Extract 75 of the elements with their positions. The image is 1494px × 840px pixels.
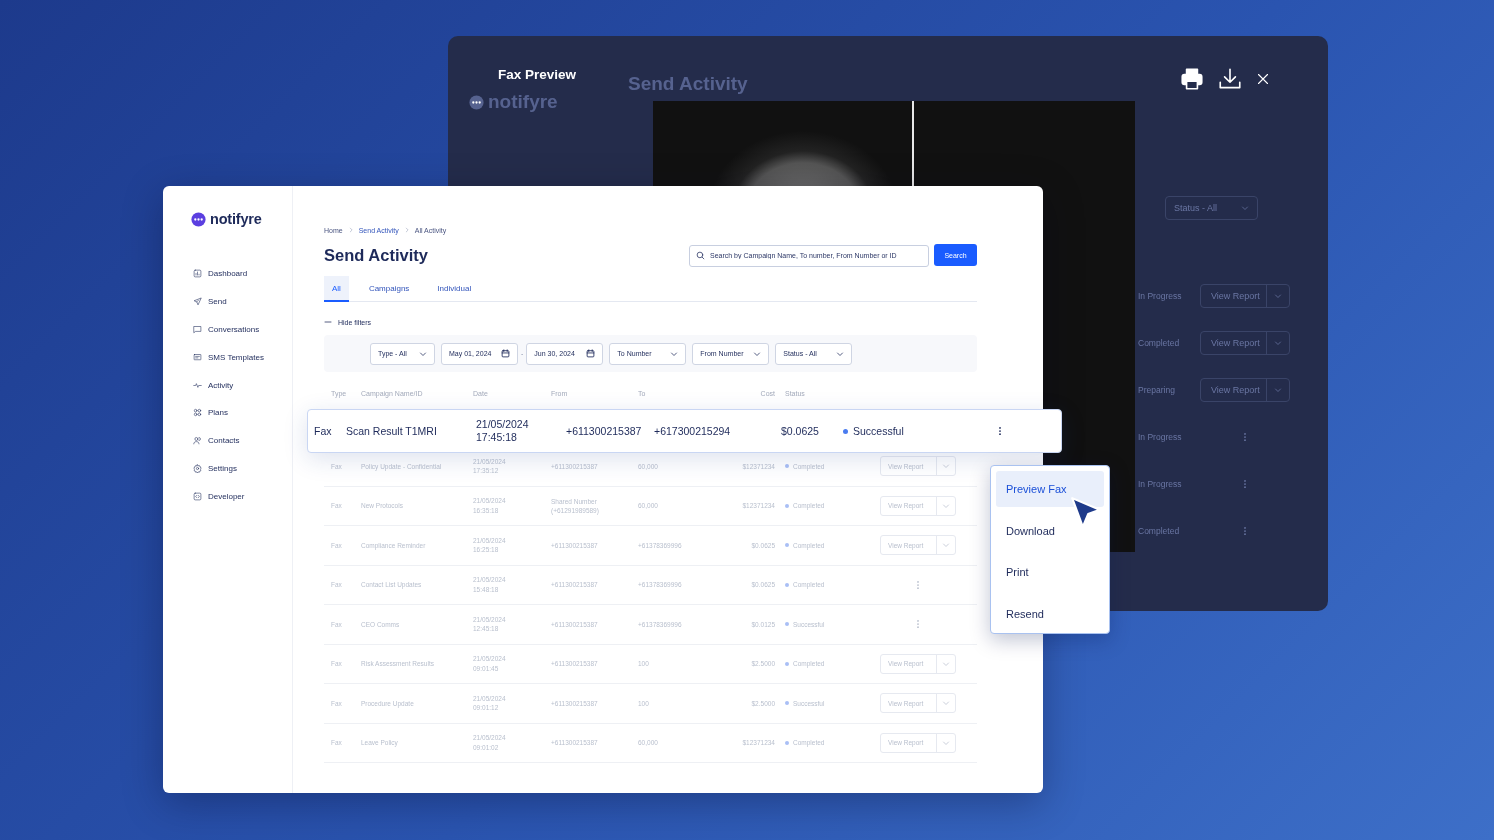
- table-cell-text: +611300215387: [566, 425, 643, 437]
- sidebar-item[interactable]: SMS Templates: [190, 343, 285, 372]
- chevron-down-icon: [942, 462, 950, 471]
- menu-item[interactable]: Resend: [996, 595, 1104, 632]
- status-text: Successful: [853, 425, 904, 437]
- chevron-down-icon: [670, 349, 679, 358]
- table-row[interactable]: Fax Scan Result T1MRI 21/05/2024 17:45:18 +611300215387 +617300215294 $0.0625 Successful: [308, 410, 1061, 452]
- page-title: Send Activity: [324, 245, 428, 265]
- sidebar-item[interactable]: Plans: [190, 399, 285, 427]
- sidebar-item[interactable]: Send: [190, 287, 285, 316]
- modal-title: Fax Preview: [498, 67, 577, 82]
- status-dot: [785, 464, 789, 469]
- chevron-down-icon: [1241, 204, 1249, 212]
- logo-icon: [190, 210, 207, 228]
- chevron-down-icon: [1274, 385, 1282, 394]
- logo-icon: [468, 93, 485, 111]
- status-text: Completed: [1138, 337, 1181, 348]
- tab[interactable]: All: [324, 276, 349, 302]
- menu-item[interactable]: Download: [996, 512, 1104, 549]
- chevron-right-icon: [403, 227, 410, 233]
- menu-item[interactable]: Print: [996, 554, 1104, 590]
- calendar-icon: [501, 349, 510, 358]
- status-dot: [843, 428, 848, 434]
- chevron-right-icon: [347, 227, 354, 233]
- logo-text: notifyre: [488, 91, 558, 113]
- table-cell-text: 21/05/2024 17:45:18: [476, 417, 530, 445]
- page-title: Send Activity: [628, 72, 748, 96]
- chevron-down-icon: [1274, 291, 1282, 300]
- chevron-down-icon: [836, 349, 845, 358]
- paper-plane-icon: [193, 297, 202, 307]
- table-cell-text: Fax: [314, 425, 333, 437]
- code-icon: [193, 491, 202, 501]
- table-cell-text: +617300215294: [654, 425, 732, 437]
- chevron-down-icon: [942, 738, 950, 747]
- calendar-icon: [586, 349, 596, 358]
- status-dot: [785, 582, 789, 587]
- minus-icon: [324, 318, 332, 326]
- message-icon: [193, 352, 202, 362]
- chat-bubble-icon: [193, 325, 202, 334]
- chevron-down-icon: [942, 501, 950, 510]
- logo-text: notifyre: [210, 211, 262, 227]
- settings-icon: [193, 463, 202, 473]
- status-text: In Progress: [1138, 290, 1183, 301]
- status-dot: [785, 503, 789, 508]
- pulse-icon: [193, 380, 202, 390]
- chevron-down-icon: [942, 541, 950, 550]
- chevron-down-icon: [942, 699, 950, 708]
- chevron-down-icon: [942, 659, 950, 668]
- chevron-down-icon: [753, 349, 762, 358]
- sidebar-item[interactable]: Contacts: [190, 426, 285, 455]
- status-dot: [785, 740, 789, 745]
- status-dot: [785, 661, 789, 666]
- status-dot: [785, 701, 789, 706]
- sidebar-item[interactable]: Developer: [190, 482, 285, 511]
- dashboard-icon: [193, 269, 202, 279]
- search-icon: [696, 250, 705, 260]
- table-cell-text: Scan Result T1MRI: [346, 425, 438, 437]
- chevron-down-icon: [1274, 338, 1282, 347]
- sidebar-item[interactable]: Activity: [190, 371, 285, 399]
- status-text: Completed: [1138, 525, 1181, 536]
- sidebar-item[interactable]: Dashboard: [190, 260, 285, 288]
- sidebar-item[interactable]: Settings: [190, 454, 285, 483]
- table-cell-text: $0.0625: [781, 425, 820, 437]
- status-text: Preparing: [1138, 384, 1176, 395]
- status-dot: [785, 543, 789, 548]
- status-text: In Progress: [1138, 431, 1183, 442]
- status-dot: [785, 622, 789, 627]
- chevron-down-icon: [419, 349, 427, 358]
- tab[interactable]: Campaigns: [360, 276, 418, 302]
- status-text: In Progress: [1138, 478, 1183, 489]
- sidebar-item[interactable]: Conversations: [190, 315, 285, 344]
- menu-item[interactable]: Preview Fax: [996, 471, 1104, 507]
- tab[interactable]: Individual: [429, 276, 480, 302]
- grid-icon: [193, 408, 202, 418]
- print-icon[interactable]: [1178, 66, 1206, 92]
